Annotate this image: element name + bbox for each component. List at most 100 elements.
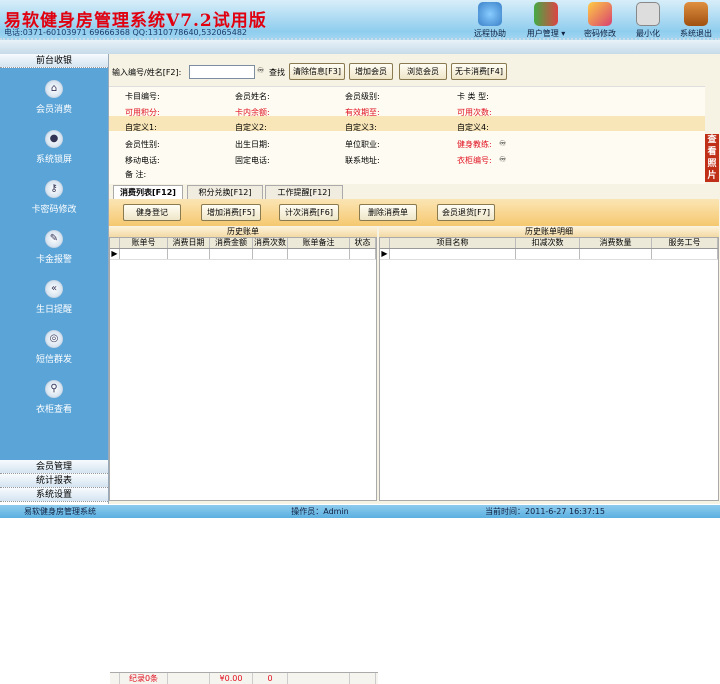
sidebar-header[interactable]: 前台收银 [0,54,108,68]
table-row[interactable]: ▶ [380,249,718,260]
info-label: 衣柜编号: [457,156,492,165]
col-header[interactable]: 状态 [350,238,376,248]
search-input[interactable] [189,65,255,79]
message-icon: ◎ [45,330,63,348]
divider [0,38,720,40]
exit-button[interactable]: 系统退出 [670,2,720,39]
col-header[interactable]: 消费数量 [580,238,652,248]
sidebar-item-card-password[interactable]: ⚷ 卡密码修改 [0,168,108,218]
col-header[interactable]: 账单号 [120,238,168,248]
info-label: 备 注: [125,170,147,179]
action-bar: 健身登记 增加消费[F5] 计次消费[F6] 删除消费单 会员退货[F7] [109,199,719,226]
users-icon [534,2,558,26]
find-label[interactable]: 查找 [269,67,285,78]
custom-fields-band [109,116,705,131]
clear-info-button[interactable]: 清除信息[F3] [289,63,345,80]
status-bar: 易软健身房管理系统 操作员：Admin 当前时间：2011-6-27 16:37… [0,505,720,518]
status-time: 当前时间：2011-6-27 16:37:15 [485,507,605,516]
row-pointer-icon: ▶ [110,249,120,259]
row-pointer-icon: ▶ [380,249,390,259]
info-label: 有效期至: [345,108,380,117]
browse-members-button[interactable]: 浏览会员 [399,63,447,80]
key-icon: ⚷ [45,180,63,198]
add-member-button[interactable]: 增加会员 [349,63,393,80]
total-amount: ¥0.00 [210,673,253,684]
sidebar-member-management[interactable]: 会员管理 [0,460,108,474]
binoculars-icon[interactable]: ♾ [499,155,506,164]
history-detail-grid[interactable]: 项目名称 扣减次数 消费数量 服务工号 ▶ [379,237,719,501]
info-label: 可用积分: [125,108,160,117]
label: 系统退出 [680,29,712,38]
history-bill-caption: 历史账单 [109,227,377,237]
sidebar-item-locker[interactable]: ⚲ 衣柜查看 [0,368,108,418]
label: 最小化 [636,29,660,38]
exit-door-icon [684,2,708,26]
col-header[interactable]: 账单备注 [288,238,350,248]
label: 密码修改 [584,29,616,38]
member-info-panel [109,86,705,184]
sidebar-settings[interactable]: 系统设置 [0,488,108,502]
password-edit-icon [588,2,612,26]
col-header[interactable]: 扣减次数 [516,238,580,248]
col-header[interactable]: 消费日期 [168,238,210,248]
binoculars-icon[interactable]: ♾ [257,66,264,75]
label: 卡金报警 [35,255,72,265]
sidebar-item-card-alert[interactable]: ✎ 卡金报警 [0,218,108,268]
sidebar-item-sms[interactable]: ◎ 短信群发 [0,318,108,368]
info-label: 卡内余额: [235,108,270,117]
info-label: 卡目编号: [125,92,160,101]
contact-info: 电话:0371-60103971 69666368 QQ:1310778640,… [4,28,248,37]
rewind-icon: « [45,280,63,298]
info-label: 会员级别: [345,92,380,101]
no-card-consume-button[interactable]: 无卡消费[F4] [451,63,507,80]
info-label: 自定义4: [457,123,489,132]
label: 短信群发 [35,355,72,365]
history-detail-caption: 历史账单明细 [379,227,719,237]
label: 远程协助 [474,29,506,38]
remote-assist-button[interactable]: 远程协助 [464,2,516,39]
sidebar-item-member-consume[interactable]: ⌂ 会员消费 [0,68,108,118]
info-label: 联系地址: [345,156,380,165]
sidebar-item-lock-screen[interactable]: ● 系统锁屏 [0,118,108,168]
fitness-register-button[interactable]: 健身登记 [123,204,181,221]
info-label: 可用次数: [457,108,492,117]
tab-work-reminder[interactable]: 工作提醒[F12] [265,185,343,199]
sidebar-reports[interactable]: 统计报表 [0,474,108,488]
count-consume-button[interactable]: 计次消费[F6] [279,204,339,221]
history-bill-grid[interactable]: 账单号 消费日期 消费金额 消费次数 账单备注 状态 ▶ 纪录0条 ¥0.00 0 [109,237,378,684]
col-header[interactable]: 消费金额 [210,238,253,248]
info-label: 自定义2: [235,123,267,132]
info-label: 单位职业: [345,140,380,149]
label: 会员消费 [35,105,72,115]
info-label: 移动电话: [125,156,160,165]
col-header[interactable]: 项目名称 [390,238,516,248]
info-label: 自定义1: [125,123,157,132]
minimize-icon [636,2,660,26]
view-photo-button[interactable]: 查看照片 [705,134,719,182]
label: 系统锁屏 [35,155,72,165]
home-icon: ⌂ [45,80,63,98]
col-header[interactable]: 服务工号 [652,238,718,248]
lock-icon: ● [45,130,63,148]
label: 卡密码修改 [31,205,77,215]
label: 用户管理 [526,29,559,38]
edit-icon: ✎ [45,230,63,248]
info-label: 卡 类 型: [457,92,489,101]
remote-assist-icon [478,2,502,26]
history-footer-row: 纪录0条 ¥0.00 0 [110,672,378,684]
binoculars-icon[interactable]: ♾ [499,139,506,148]
tab-consume-list[interactable]: 消费列表[F12] [113,185,183,200]
tab-points-exchange[interactable]: 积分兑换[F12] [187,185,263,199]
table-row[interactable]: ▶ [110,249,376,260]
sidebar-item-birthday[interactable]: « 生日提醒 [0,268,108,318]
add-consume-button[interactable]: 增加消费[F5] [201,204,261,221]
member-return-button[interactable]: 会员退货[F7] [437,204,495,221]
delete-bill-button[interactable]: 删除消费单 [359,204,417,221]
col-header[interactable]: 消费次数 [253,238,288,248]
info-label: 会员性别: [125,140,160,149]
user-management-button[interactable]: 用户管理 ▾ [520,2,572,39]
minimize-button[interactable]: 最小化 [622,2,674,39]
record-count: 纪录0条 [120,673,168,684]
status-operator: 操作员：Admin [291,507,349,516]
password-edit-button[interactable]: 密码修改 [574,2,626,39]
